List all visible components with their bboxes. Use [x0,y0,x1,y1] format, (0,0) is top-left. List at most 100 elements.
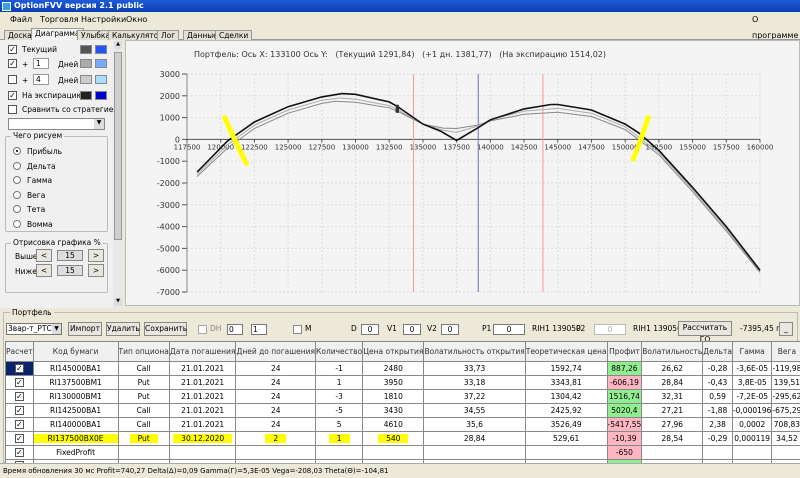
calc-cell[interactable]: ✓ [5,445,34,460]
current-color-swatch[interactable] [80,45,92,54]
cell-theo[interactable]: 1304,42 [524,389,608,404]
cell-ivopen[interactable]: 33,73 [423,361,526,376]
cell-days[interactable]: 24 [235,403,317,418]
minimize-button[interactable]: _ [779,322,793,336]
cell-profit[interactable]: 887,26 [606,361,643,376]
d-input[interactable]: 0 [361,324,379,335]
cell-vega[interactable] [771,445,800,460]
days-1-input[interactable]: 1 [33,58,49,69]
cell-days[interactable]: 2 [235,431,317,446]
menu-window[interactable]: Окно [126,12,147,28]
cell-date[interactable]: 21.01.2021 [168,361,237,376]
cell-type[interactable]: Call [117,417,170,432]
cell-gamma[interactable]: -7,2E-05 [731,389,773,404]
m-checkbox[interactable] [293,325,302,334]
cell-theo[interactable]: 1592,74 [524,361,608,376]
tab-deals[interactable]: Сделки [215,30,253,40]
cell-price[interactable]: 4610 [362,417,425,432]
cell-qty[interactable]: -5 [315,403,364,418]
cell-days[interactable]: 24 [235,389,317,404]
cell-vol[interactable] [641,445,704,460]
d2-greek-color-swatch[interactable] [95,75,107,84]
cell-gamma[interactable]: 0,0002 [731,417,773,432]
cell-delta[interactable]: 2,38 [702,417,733,432]
compare-strategy-checkbox[interactable] [8,105,17,114]
column-header[interactable]: Тип опциона [117,341,170,362]
cell-price[interactable]: 2480 [362,361,425,376]
cell-gamma[interactable]: -0,000196 [731,403,773,418]
cell-profit[interactable]: 1516,74 [606,389,643,404]
cell-vega[interactable]: 34,52 [771,431,800,446]
cell-delta[interactable] [702,445,733,460]
scroll-up-icon[interactable]: ▲ [114,41,122,49]
calc-checkbox[interactable]: ✓ [14,434,24,443]
cell-delta[interactable]: 0,59 [702,389,733,404]
cell-days[interactable]: 24 [235,417,317,432]
delete-button[interactable]: Удалить [106,322,140,336]
cell-qty[interactable]: 1 [315,431,364,446]
v2-input[interactable]: 0 [441,324,459,335]
calculate-margin-button[interactable]: Рассчитать ГО [678,321,732,344]
cell-date[interactable] [168,445,237,460]
plus-days-1-checkbox[interactable]: ✓ [8,59,17,68]
radio-3[interactable] [13,190,21,199]
days-2-input[interactable]: 4 [33,74,49,85]
cell-profit[interactable]: 5020,4 [606,403,643,418]
cell-days[interactable] [235,445,317,460]
column-header[interactable]: Теоретическая цена [524,341,608,362]
cell-vol[interactable]: 32,31 [641,389,704,404]
dh-spinner-1[interactable]: 0 [227,324,243,335]
cell-vol[interactable]: 28,54 [641,431,704,446]
cell-vega[interactable]: -119,98 [771,361,800,376]
cell-profit[interactable]: -5417,55 [606,417,643,432]
calc-cell[interactable]: ✓ [5,389,34,404]
below-increase-button[interactable]: > [88,264,104,277]
cell-code[interactable]: RI140000BA1 [32,417,119,432]
save-button[interactable]: Сохранить [144,322,187,336]
d1-color-swatch[interactable] [80,59,92,68]
cell-type[interactable]: Call [117,361,170,376]
p2-input[interactable]: 0 [594,324,626,335]
cell-theo[interactable]: 529,61 [524,431,608,446]
column-header[interactable]: Дельта [702,341,733,362]
strategy-select[interactable]: ▼ [8,118,105,130]
cell-gamma[interactable] [731,445,773,460]
left-panel-scrollbar[interactable]: ▲ ▼ [113,40,123,308]
menu-file[interactable]: Файл [10,12,32,28]
radio-0[interactable] [13,147,21,155]
scroll-down-icon[interactable]: ▼ [114,298,122,306]
expiry-color-swatch[interactable] [80,91,92,100]
column-header[interactable]: Волатильность открытия [423,341,526,362]
column-header[interactable]: Количество [315,341,364,362]
cell-date[interactable]: 30.12.2020 [168,431,237,446]
calc-cell[interactable]: ✓ [5,375,34,390]
table-row[interactable]: ✓ RI145000BA1 Call 21.01.2021 24 -1 2480 33,73 1… [5,361,800,376]
cell-qty[interactable]: 5 [315,417,364,432]
table-row[interactable]: ✓ RI140000BA1 Call 21.01.2021 24 5 4610 35,6 352… [5,417,800,432]
cell-price[interactable]: 540 [362,431,425,446]
radio-2[interactable] [13,176,21,184]
cell-type[interactable]: Put [117,389,170,404]
cell-vega[interactable]: 708,83 [771,417,800,432]
tab-log[interactable]: Лог [157,30,180,40]
cell-price[interactable] [362,445,425,460]
cell-vol[interactable]: 27,21 [641,403,704,418]
calc-cell[interactable]: ✓ [5,403,34,418]
table-row[interactable]: ✓ RI137500BX0E Put 30.12.2020 2 1 540 28,84 529,… [5,431,800,446]
cell-qty[interactable]: -1 [315,361,364,376]
cell-ivopen[interactable]: 28,84 [423,431,526,446]
p1-input[interactable]: 0 [493,324,525,335]
cell-ivopen[interactable]: 33,18 [423,375,526,390]
cell-vega[interactable]: -295,62 [771,389,800,404]
cell-ivopen[interactable]: 37,22 [423,389,526,404]
tab-diagram[interactable]: Диаграмма [31,28,84,40]
v1-input[interactable]: 0 [403,324,421,335]
cell-date[interactable]: 21.01.2021 [168,375,237,390]
cell-vega[interactable]: 139,51 [771,375,800,390]
import-button[interactable]: Импорт [68,322,102,336]
menu-trading[interactable]: Торговля [40,12,79,28]
cell-date[interactable]: 21.01.2021 [168,389,237,404]
column-header[interactable]: Гамма [731,341,773,362]
cell-type[interactable]: Call [117,403,170,418]
cell-vega[interactable]: -675,29 [771,403,800,418]
